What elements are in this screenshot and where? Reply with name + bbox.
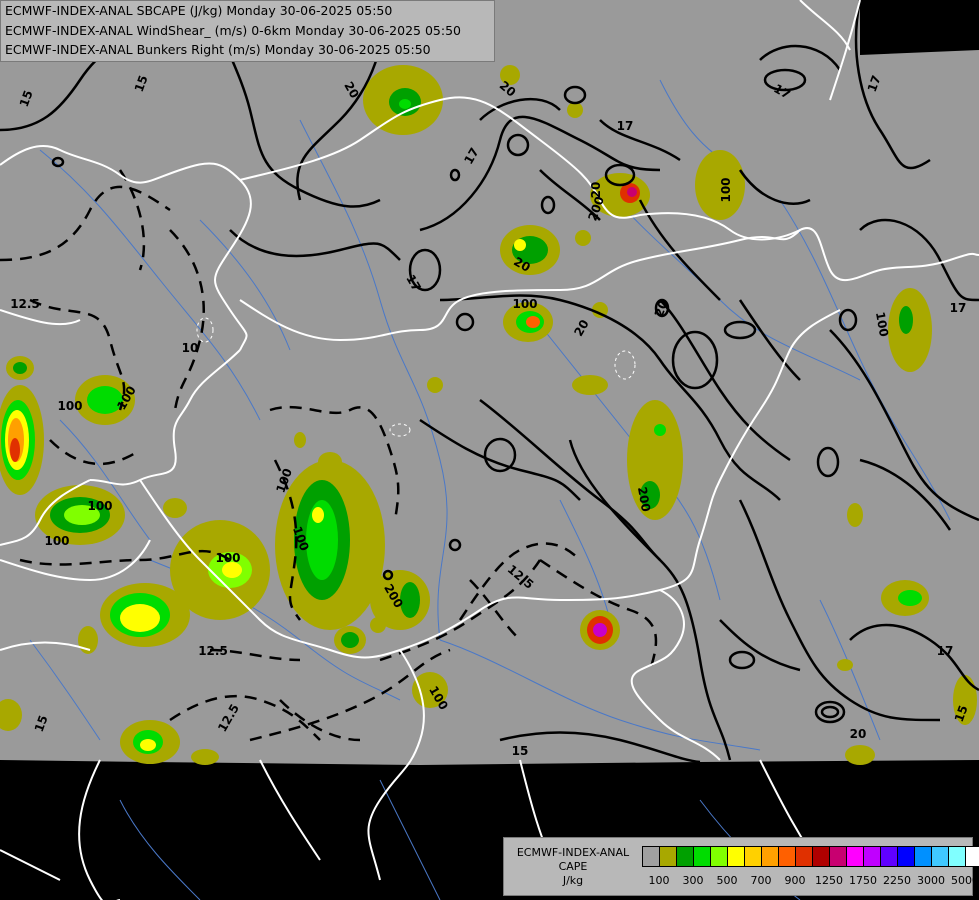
legend-title-line: J/kg xyxy=(562,874,584,887)
legend-swatch xyxy=(932,847,949,866)
legend-swatch xyxy=(762,847,779,866)
contour-label: 100 xyxy=(57,399,82,413)
contour-label: 100 xyxy=(512,297,537,311)
map-title-block: ECMWF-INDEX-ANAL SBCAPE (J/kg) Monday 30… xyxy=(0,0,495,62)
legend-swatch xyxy=(660,847,677,866)
legend-swatch xyxy=(813,847,830,866)
forecast-domain xyxy=(0,0,979,765)
legend-title-line: CAPE xyxy=(558,860,588,873)
contour-label: 20 xyxy=(850,727,867,741)
legend-tick-label: 500 xyxy=(716,874,738,887)
contour-label: 10 xyxy=(182,341,199,355)
legend-tick-label: 1250 xyxy=(815,874,843,887)
contour-label: 12.5 xyxy=(10,297,40,311)
legend-tick-label: 5000 xyxy=(951,874,979,887)
cape-cell xyxy=(6,356,34,380)
contour-label: 15 xyxy=(512,744,529,758)
legend-swatch xyxy=(728,847,745,866)
legend-tick-label: 300 xyxy=(682,874,704,887)
legend-swatch xyxy=(915,847,932,866)
legend-ticks: 100 300 500 700 900 1250 1750 2250 3000 5000 xyxy=(642,874,979,888)
legend-swatch xyxy=(847,847,864,866)
legend-tick-label: 100 xyxy=(648,874,670,887)
cape-cell xyxy=(888,288,932,372)
cape-cell xyxy=(120,720,180,764)
legend-tick-label: 3000 xyxy=(917,874,945,887)
legend-swatch xyxy=(898,847,915,866)
legend-tick-label: 700 xyxy=(750,874,772,887)
legend-swatch xyxy=(830,847,847,866)
contour-label: 100 xyxy=(87,499,112,513)
cape-cell xyxy=(334,626,366,654)
legend-swatch xyxy=(711,847,728,866)
contour-label: 100 xyxy=(719,177,733,202)
legend-swatch xyxy=(643,847,660,866)
legend-swatch xyxy=(677,847,694,866)
contour-label: 17 xyxy=(617,119,634,133)
title-windshear: ECMWF-INDEX-ANAL WindShear_ (m/s) 0-6km … xyxy=(5,22,461,38)
contour-label: 100 xyxy=(215,551,240,565)
contour-label: 100 xyxy=(44,534,69,548)
title-bunkers: ECMWF-INDEX-ANAL Bunkers Right (m/s) Mon… xyxy=(5,42,431,57)
legend-title-line: ECMWF-INDEX-ANAL xyxy=(516,846,630,859)
cape-cell xyxy=(500,225,560,275)
cape-map: 1515 20 20171717172020201712.5101001001001… xyxy=(0,0,979,900)
contour-label: 20 xyxy=(589,182,603,199)
legend-swatch xyxy=(864,847,881,866)
legend-swatch xyxy=(881,847,898,866)
contour-label: 17 xyxy=(937,644,954,658)
legend-swatch xyxy=(966,847,979,866)
cape-cell xyxy=(580,610,620,650)
cape-cell xyxy=(627,400,683,520)
legend-swatch xyxy=(694,847,711,866)
cape-cell xyxy=(170,520,270,620)
legend-swatches xyxy=(642,846,979,867)
legend-tick-label: 2250 xyxy=(883,874,911,887)
cape-cell xyxy=(881,580,929,616)
contour-label: 12.5 xyxy=(198,644,228,658)
title-sbcape: ECMWF-INDEX-ANAL SBCAPE (J/kg) Monday 30… xyxy=(5,3,393,18)
legend-swatch xyxy=(949,847,966,866)
legend-swatch xyxy=(745,847,762,866)
legend-tick-label: 1750 xyxy=(849,874,877,887)
legend-swatch xyxy=(779,847,796,866)
legend-swatch xyxy=(796,847,813,866)
cape-legend: ECMWF-INDEX-ANAL CAPE J/kg 100 300 500 700 9… xyxy=(503,837,979,896)
legend-title: ECMWF-INDEX-ANAL CAPE J/kg xyxy=(508,846,638,888)
contour-label: 17 xyxy=(950,301,967,315)
cape-cell xyxy=(363,65,443,135)
legend-tick-label: 900 xyxy=(784,874,806,887)
